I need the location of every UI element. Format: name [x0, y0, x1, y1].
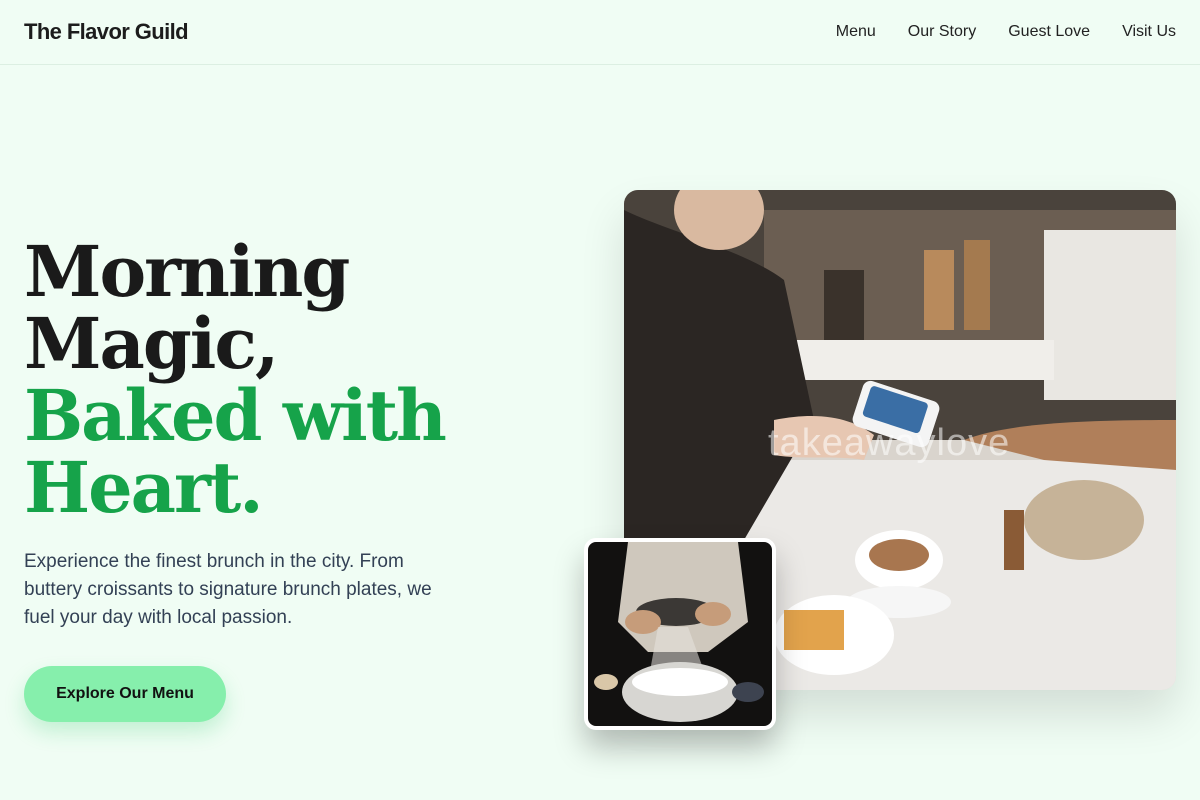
nav-item-guest-love[interactable]: Guest Love	[1008, 23, 1090, 41]
site-header: The Flavor Guild Menu Our Story Guest Lo…	[0, 0, 1200, 65]
main-nav: Menu Our Story Guest Love Visit Us	[836, 23, 1176, 41]
headline-line-1: Morning Magic,	[24, 230, 350, 385]
nav-item-menu[interactable]: Menu	[836, 23, 876, 41]
explore-menu-button[interactable]: Explore Our Menu	[24, 666, 226, 722]
hero-section: Morning Magic, Baked with Heart. Experie…	[24, 236, 584, 722]
nav-item-visit-us[interactable]: Visit Us	[1122, 23, 1176, 41]
hero-headline: Morning Magic, Baked with Heart.	[24, 236, 584, 524]
flour-sifting-photo	[584, 538, 776, 730]
headline-line-3: Heart.	[24, 446, 264, 529]
watermark-main: takeawaylove	[768, 422, 1011, 464]
headline-line-2: Baked with	[24, 374, 447, 457]
brand-logo[interactable]: The Flavor Guild	[24, 19, 189, 45]
nav-item-our-story[interactable]: Our Story	[908, 23, 976, 41]
hero-description: Experience the finest brunch in the city…	[24, 551, 432, 628]
